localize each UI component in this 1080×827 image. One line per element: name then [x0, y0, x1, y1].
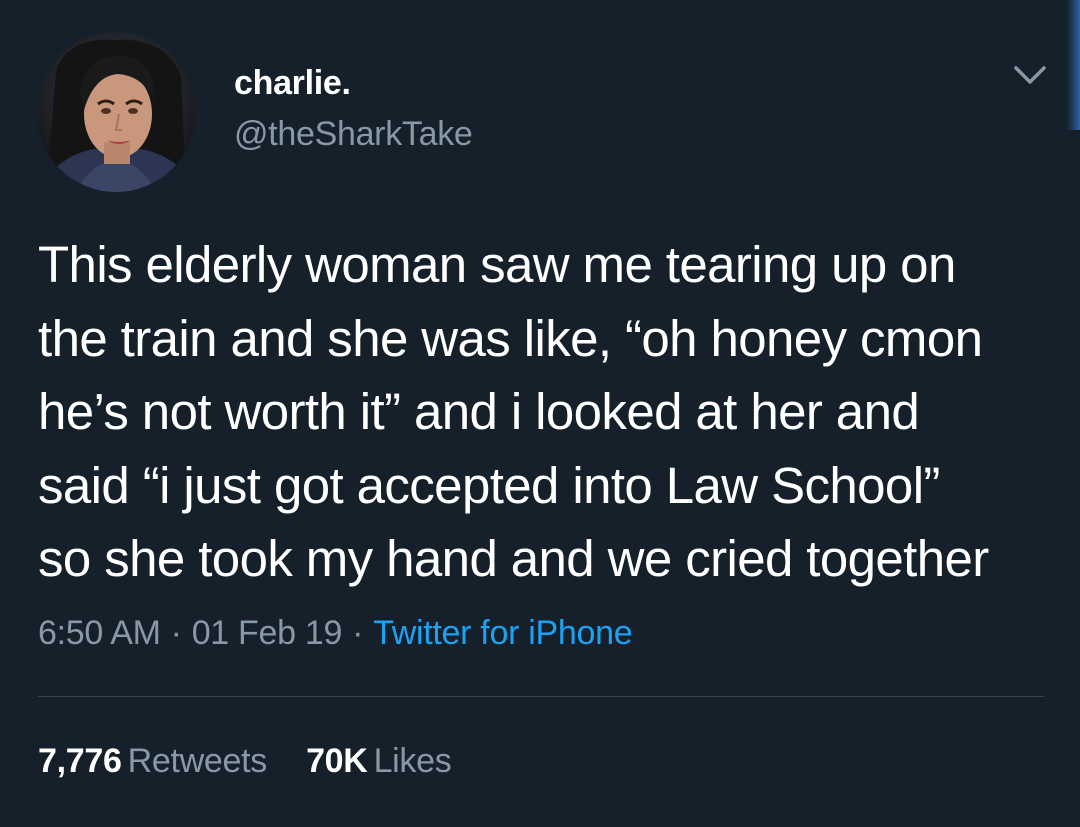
- likes-count: 70K: [306, 742, 368, 780]
- likes-stat[interactable]: 70K Likes: [306, 742, 452, 781]
- tweet-text-line: This elderly woman saw me tearing up on: [38, 236, 956, 293]
- user-handle[interactable]: @theSharkTake: [234, 115, 473, 154]
- tweet-stats: 7,776 Retweets 70K Likes: [38, 742, 481, 781]
- divider: [38, 696, 1044, 697]
- tweet-text-line: said “i just got accepted into Law Schoo…: [38, 456, 940, 514]
- retweets-stat[interactable]: 7,776 Retweets: [38, 742, 267, 781]
- meta-separator: ·: [352, 614, 364, 652]
- tweet-text-line: the train and she was like, “oh honey cm…: [38, 309, 983, 367]
- avatar-image: [36, 32, 196, 192]
- tweet-source-link[interactable]: Twitter for iPhone: [373, 614, 632, 652]
- tweet-text-line: so she took my hand and we cried togethe…: [38, 530, 989, 587]
- tweet-text-line: he’s not worth it” and i looked at her a…: [38, 383, 920, 440]
- display-name[interactable]: charlie.: [234, 64, 351, 103]
- tweet-time[interactable]: 6:50 AM: [38, 614, 161, 652]
- edge-decoration: [1066, 0, 1080, 130]
- retweets-label: Retweets: [127, 742, 268, 780]
- chevron-down-icon[interactable]: [1010, 60, 1050, 90]
- likes-label: Likes: [373, 742, 452, 780]
- tweet-meta: 6:50 AM · 01 Feb 19 · Twitter for iPhone: [38, 614, 633, 653]
- meta-separator: ·: [170, 614, 182, 652]
- retweets-count: 7,776: [38, 742, 122, 780]
- avatar[interactable]: [36, 32, 196, 192]
- tweet-card: charlie. @theSharkTake This elderly woma…: [0, 0, 1080, 827]
- tweet-text: This elderly woman saw me tearing up on …: [38, 228, 1048, 596]
- tweet-date[interactable]: 01 Feb 19: [192, 614, 343, 652]
